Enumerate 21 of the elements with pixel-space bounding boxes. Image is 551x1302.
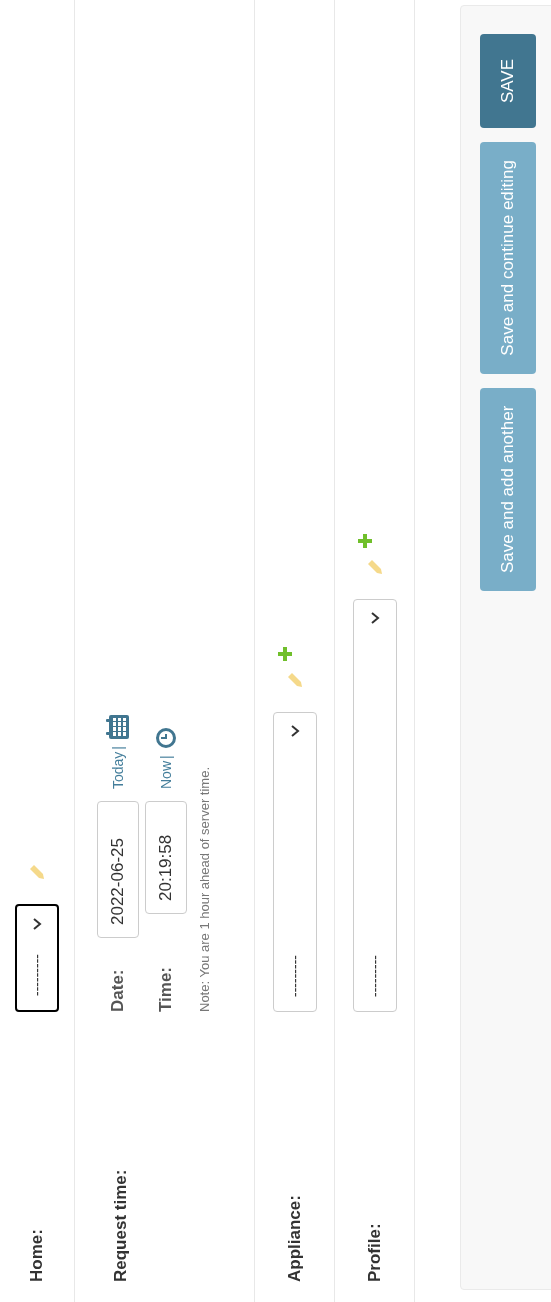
today-link[interactable]: Today	[110, 751, 126, 789]
separator: |	[158, 755, 174, 759]
help-text: Note: You are 1 hour ahead of server time.	[197, 766, 212, 1012]
now-link[interactable]: Now	[158, 761, 174, 789]
date-field[interactable]: 2022-06-25	[97, 801, 139, 938]
select-field[interactable]: ---------	[15, 904, 59, 1012]
field-label: Request time:	[110, 1168, 131, 1282]
plus-icon[interactable]	[276, 646, 293, 662]
save-button[interactable]: SAVE	[480, 34, 536, 128]
separator: |	[110, 746, 126, 750]
time-field[interactable]: 20:19:58	[145, 801, 187, 914]
field-label: Profile:	[364, 1222, 385, 1282]
select-field[interactable]: ---------	[272, 712, 317, 1012]
time-label: Time:	[156, 965, 176, 1012]
field-label: Home:	[27, 1228, 47, 1282]
plus-icon[interactable]	[356, 533, 373, 549]
calendar-icon[interactable]	[106, 714, 130, 740]
select-field[interactable]: ---------	[352, 599, 397, 1012]
field-label: Appliance:	[284, 1194, 305, 1282]
clock-icon[interactable]	[155, 727, 177, 750]
date-label: Date:	[108, 968, 128, 1012]
